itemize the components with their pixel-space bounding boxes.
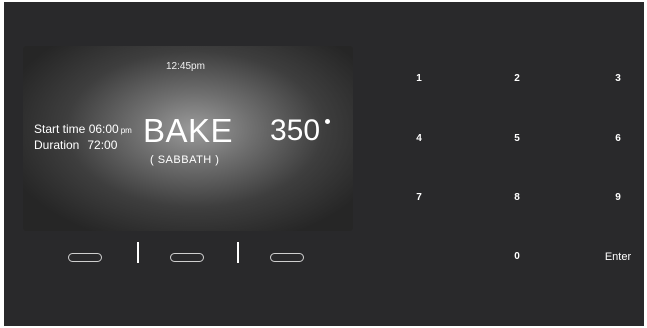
start-time-unit: pm	[120, 126, 132, 135]
enter-key[interactable]: Enter	[598, 242, 638, 272]
start-time-label: Start time	[34, 122, 86, 136]
divider-right	[237, 242, 239, 263]
soft-key-right[interactable]	[270, 253, 304, 262]
duration-value: 72:00	[87, 138, 118, 152]
key-1[interactable]: 1	[399, 64, 439, 94]
degree-symbol-icon	[325, 119, 330, 124]
clock-time: 12:45pm	[166, 61, 205, 72]
key-2[interactable]: 2	[497, 64, 537, 94]
key-9[interactable]: 9	[598, 183, 638, 213]
temperature-value: 350	[270, 114, 321, 147]
key-5[interactable]: 5	[497, 124, 537, 154]
key-3[interactable]: 3	[598, 64, 638, 94]
soft-key-left[interactable]	[68, 253, 102, 262]
start-time-value: 06:00	[88, 122, 119, 136]
soft-key-center[interactable]	[170, 253, 204, 262]
oven-display: 12:45pm Start time 06:00 pm Duration 72:00…	[23, 46, 353, 231]
key-8[interactable]: 8	[497, 183, 537, 213]
key-6[interactable]: 6	[598, 124, 638, 154]
cooking-mode: BAKE	[143, 112, 234, 149]
divider-left	[137, 242, 139, 263]
key-0[interactable]: 0	[497, 242, 537, 272]
start-time-row: Start time 06:00 pm	[34, 122, 132, 136]
sabbath-mode-label: ( SABBATH )	[150, 154, 220, 166]
duration-label: Duration	[34, 138, 80, 152]
key-7[interactable]: 7	[399, 183, 439, 213]
key-4[interactable]: 4	[399, 124, 439, 154]
duration-row: Duration 72:00	[34, 138, 117, 152]
